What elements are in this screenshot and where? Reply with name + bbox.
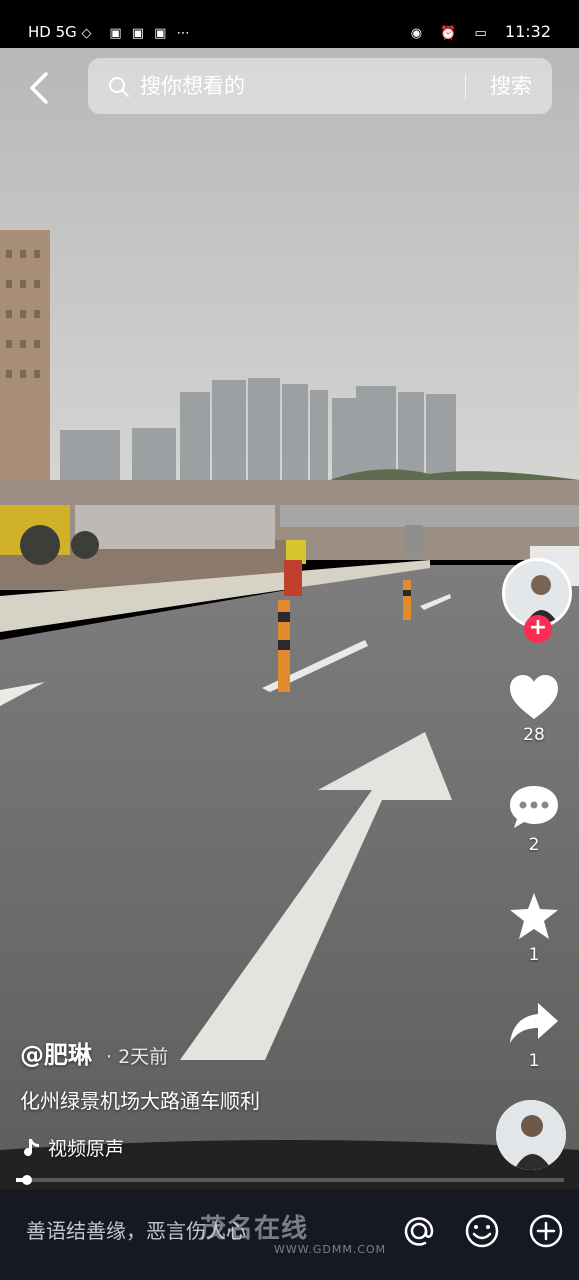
music-note-icon	[24, 1139, 39, 1157]
like-count: 28	[523, 725, 545, 745]
action-rail: + 28 2 1 1	[489, 555, 579, 1175]
music-disc-image	[496, 1100, 566, 1170]
video-progress-bar[interactable]	[16, 1175, 564, 1185]
watermark: 茂名在线 WWW.GDMM.COM	[200, 1208, 386, 1256]
status-bar: HD 5G ◇ ▣ ▣ ▣ ⋯ ◉ ⏰ ▭ 11:32	[0, 0, 579, 48]
search-placeholder: 搜你想看的	[140, 74, 245, 98]
search-input[interactable]: 搜你想看的 搜索	[88, 58, 552, 114]
comment-button[interactable]: 2	[489, 783, 579, 855]
mention-icon[interactable]	[400, 1212, 438, 1250]
share-button[interactable]: 1	[489, 999, 579, 1071]
wifi-icon: ◇	[81, 26, 95, 41]
heart-icon	[510, 675, 558, 719]
back-arrow-icon	[30, 72, 48, 104]
battery-icon: ▭	[474, 26, 490, 41]
music-title: 视频原声	[48, 1138, 125, 1160]
search-button[interactable]: 搜索	[490, 72, 532, 100]
app-notification-icons: ▣ ▣ ▣ ⋯	[109, 26, 193, 41]
share-count: 1	[528, 1051, 540, 1071]
clock: 11:32	[504, 22, 551, 41]
music-row[interactable]: 视频原声	[20, 1136, 480, 1162]
add-icon[interactable]	[527, 1212, 565, 1250]
video-description: 化州绿景机场大路通车顺利	[20, 1089, 260, 1113]
post-time: · 2天前	[106, 1046, 169, 1068]
watermark-url: WWW.GDMM.COM	[274, 1243, 387, 1256]
follow-button[interactable]: +	[524, 615, 552, 643]
eye-icon: ◉	[410, 26, 426, 41]
search-divider	[465, 74, 466, 100]
progress-knob[interactable]	[21, 1175, 32, 1185]
author-line: @肥琳 · 2天前	[20, 1038, 480, 1074]
watermark-brand: 茂名在线	[200, 1214, 309, 1244]
status-left: HD 5G ◇ ▣ ▣ ▣ ⋯	[28, 22, 203, 44]
author-name[interactable]: @肥琳	[20, 1041, 92, 1069]
emoji-icon[interactable]	[463, 1212, 501, 1250]
search-icon	[109, 77, 129, 97]
like-button[interactable]: 28	[489, 673, 579, 745]
star-icon	[510, 893, 558, 939]
network-label: HD 5G	[28, 23, 77, 41]
comment-count: 2	[528, 835, 540, 855]
status-right: ◉ ⏰ ▭ 11:32	[411, 22, 551, 44]
comment-icon	[510, 786, 558, 828]
favorite-button[interactable]: 1	[489, 891, 579, 965]
video-caption: @肥琳 · 2天前 化州绿景机场大路通车顺利 视频原声	[20, 1038, 480, 1162]
favorite-count: 1	[528, 945, 540, 965]
music-disc[interactable]	[496, 1100, 566, 1170]
share-icon	[510, 1003, 558, 1043]
top-bar: 搜你想看的 搜索	[0, 48, 579, 128]
back-button[interactable]	[24, 68, 56, 108]
alarm-icon: ⏰	[440, 26, 460, 41]
